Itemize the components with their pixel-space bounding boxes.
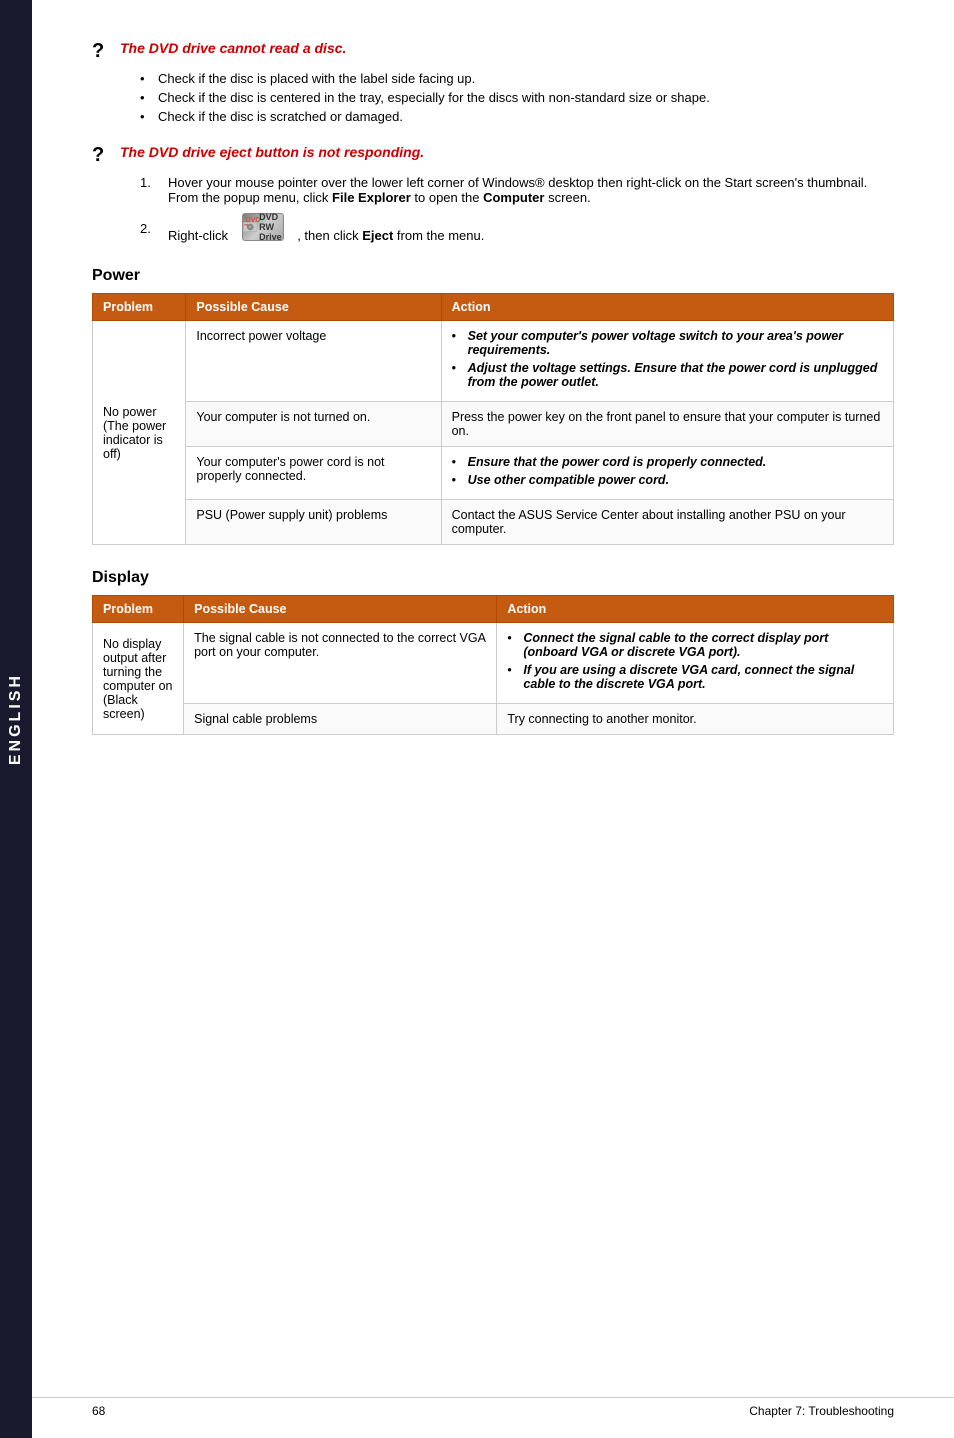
table-row: Your computer is not turned on. Press th… — [93, 402, 894, 447]
list-item: Check if the disc is scratched or damage… — [140, 109, 894, 124]
list-item: Use other compatible power cord. — [452, 473, 883, 487]
dvd-label: DVD RW Drive — [259, 212, 282, 242]
cause-cell: Incorrect power voltage — [186, 321, 441, 402]
power-col-problem: Problem — [93, 294, 186, 321]
dvd-eject-section: ? The DVD drive eject button is not resp… — [92, 144, 894, 243]
list-item: 2. Right-click DVD DVD — [140, 213, 894, 243]
cause-cell: PSU (Power supply unit) problems — [186, 500, 441, 545]
dvd-eject-title: The DVD drive eject button is not respon… — [120, 144, 424, 160]
list-item: Check if the disc is placed with the lab… — [140, 71, 894, 86]
list-item: Check if the disc is centered in the tra… — [140, 90, 894, 105]
action-cell: Connect the signal cable to the correct … — [497, 623, 894, 704]
display-col-action: Action — [497, 596, 894, 623]
list-item: 1. Hover your mouse pointer over the low… — [140, 175, 894, 205]
file-explorer-bold: File Explorer — [332, 190, 411, 205]
action-cell: Ensure that the power cord is properly c… — [441, 447, 893, 500]
problem-cell: No power(The powerindicator is off) — [93, 321, 186, 545]
list-item: Connect the signal cable to the correct … — [507, 631, 883, 659]
list-item: Set your computer's power voltage switch… — [452, 329, 883, 357]
problem-cell: No displayoutput afterturning thecompute… — [93, 623, 184, 735]
svg-text:DVD: DVD — [244, 224, 249, 226]
dvd-rw-drive-icon: DVD DVD RW Drive — [236, 213, 290, 241]
chapter-label: Chapter 7: Troubleshooting — [749, 1404, 894, 1418]
dvd-cannot-read-list: Check if the disc is placed with the lab… — [140, 71, 894, 124]
cause-cell: The signal cable is not connected to the… — [184, 623, 497, 704]
cause-cell: Your computer's power cord is not proper… — [186, 447, 441, 500]
display-table: Problem Possible Cause Action No display… — [92, 595, 894, 735]
display-col-problem: Problem — [93, 596, 184, 623]
cause-cell: Signal cable problems — [184, 704, 497, 735]
power-col-action: Action — [441, 294, 893, 321]
table-row: PSU (Power supply unit) problems Contact… — [93, 500, 894, 545]
page-number: 68 — [92, 1404, 105, 1418]
eject-bold: Eject — [362, 228, 393, 243]
dvd-cannot-read-title: The DVD drive cannot read a disc. — [120, 40, 346, 56]
list-item: Ensure that the power cord is properly c… — [452, 455, 883, 469]
dvd-svg: DVD — [243, 214, 258, 240]
list-item: If you are using a discrete VGA card, co… — [507, 663, 883, 691]
table-header-row: Problem Possible Cause Action — [93, 596, 894, 623]
cause-cell: Your computer is not turned on. — [186, 402, 441, 447]
power-section-title: Power — [92, 267, 894, 285]
action-cell: Set your computer's power voltage switch… — [441, 321, 893, 402]
table-row: No power(The powerindicator is off) Inco… — [93, 321, 894, 402]
main-content: ? The DVD drive cannot read a disc. Chec… — [32, 0, 954, 799]
action-cell: Press the power key on the front panel t… — [441, 402, 893, 447]
display-col-cause: Possible Cause — [184, 596, 497, 623]
power-table: Problem Possible Cause Action No power(T… — [92, 293, 894, 545]
computer-bold: Computer — [483, 190, 544, 205]
table-row: No displayoutput afterturning thecompute… — [93, 623, 894, 704]
action-cell: Try connecting to another monitor. — [497, 704, 894, 735]
question-mark-2: ? — [92, 144, 108, 167]
dvd-cannot-read-header: ? The DVD drive cannot read a disc. — [92, 40, 894, 63]
power-col-cause: Possible Cause — [186, 294, 441, 321]
table-header-row: Problem Possible Cause Action — [93, 294, 894, 321]
page-footer: 68 Chapter 7: Troubleshooting — [32, 1397, 954, 1418]
dvd-icon: DVD DVD RW Drive — [242, 213, 284, 241]
dvd-eject-steps: 1. Hover your mouse pointer over the low… — [140, 175, 894, 243]
dvd-eject-header: ? The DVD drive eject button is not resp… — [92, 144, 894, 167]
dvd-cannot-read-section: ? The DVD drive cannot read a disc. Chec… — [92, 40, 894, 124]
sidebar: ENGLISH — [0, 0, 32, 1438]
list-item: Adjust the voltage settings. Ensure that… — [452, 361, 883, 389]
display-section-title: Display — [92, 569, 894, 587]
action-cell: Contact the ASUS Service Center about in… — [441, 500, 893, 545]
table-row: Signal cable problems Try connecting to … — [93, 704, 894, 735]
table-row: Your computer's power cord is not proper… — [93, 447, 894, 500]
sidebar-label: ENGLISH — [7, 673, 25, 765]
question-mark-1: ? — [92, 40, 108, 63]
